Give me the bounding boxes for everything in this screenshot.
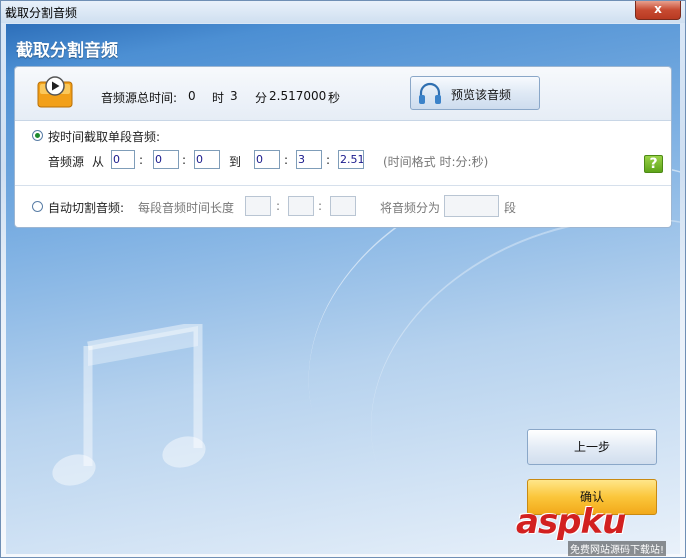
window-title: 截取分割音频 <box>5 6 78 20</box>
end-minutes-input[interactable]: 3 <box>296 150 322 169</box>
minutes-unit: 分 <box>255 91 268 105</box>
start-hours-input[interactable]: 0 <box>111 150 135 169</box>
single-segment-row: 按时间截取单段音频: 音频源 从 0 : 0 : 0 到 0 : 3 : 2.5… <box>15 121 671 186</box>
source-info-row: 音频源总时间: 0 时 3 分 2.517000 秒 预览该音频 <box>15 67 671 121</box>
source-label: 音频源 <box>48 155 85 169</box>
total-hours: 0 <box>188 89 196 103</box>
start-minutes-input[interactable]: 0 <box>153 150 179 169</box>
watermark-logo: aspku <box>516 502 626 542</box>
segment-seconds-input[interactable] <box>330 196 356 216</box>
total-minutes: 3 <box>230 89 238 103</box>
headphones-icon <box>419 82 441 104</box>
total-seconds: 2.517000 <box>269 89 327 103</box>
help-icon[interactable]: ? <box>644 155 663 173</box>
confirm-button[interactable]: 确认 <box>527 479 657 515</box>
colon-sep: : <box>326 153 331 167</box>
seconds-unit: 秒 <box>328 91 341 105</box>
watermark-subtitle: 免费网站源码下载站! <box>568 541 667 556</box>
time-format-hint: (时间格式 时:分:秒) <box>383 155 489 169</box>
split-into-label: 将音频分为 <box>380 201 441 215</box>
total-time-label: 音频源总时间: <box>101 91 178 105</box>
end-seconds-input[interactable]: 2.51 <box>338 150 364 169</box>
to-label: 到 <box>229 155 242 169</box>
start-seconds-input[interactable]: 0 <box>194 150 220 169</box>
split-count-input[interactable] <box>444 195 499 217</box>
from-label: 从 <box>92 155 105 169</box>
colon-sep: : <box>276 199 281 213</box>
preview-audio-button[interactable]: 预览该音频 <box>410 76 540 110</box>
end-hours-input[interactable]: 0 <box>254 150 280 169</box>
dialog-body: 截取分割音频 音频源总时间: 0 时 3 分 2.517000 秒 预览该音频 … <box>6 24 680 554</box>
colon-sep: : <box>182 153 187 167</box>
page-title: 截取分割音频 <box>16 41 118 61</box>
single-segment-radio[interactable] <box>32 130 43 141</box>
segment-minutes-input[interactable] <box>288 196 314 216</box>
previous-step-button[interactable]: 上一步 <box>527 429 657 465</box>
segment-hours-input[interactable] <box>245 196 271 216</box>
auto-split-row: 自动切割音频: 每段音频时间长度 : : 将音频分为 段 <box>15 186 671 227</box>
hours-unit: 时 <box>212 91 225 105</box>
colon-sep: : <box>139 153 144 167</box>
options-panel: 音频源总时间: 0 时 3 分 2.517000 秒 预览该音频 按时间截取单段… <box>14 66 672 228</box>
close-button[interactable]: x <box>635 1 681 20</box>
title-bar: 截取分割音频 x <box>1 1 685 23</box>
segment-length-label: 每段音频时间长度 <box>138 201 235 215</box>
segment-unit-label: 段 <box>504 201 517 215</box>
preview-audio-label: 预览该音频 <box>451 88 512 102</box>
video-file-icon <box>37 76 73 108</box>
auto-split-label: 自动切割音频: <box>48 201 125 215</box>
music-note-icon <box>52 324 206 486</box>
single-segment-label: 按时间截取单段音频: <box>48 130 161 144</box>
colon-sep: : <box>284 153 289 167</box>
colon-sep: : <box>318 199 323 213</box>
auto-split-radio[interactable] <box>32 201 43 212</box>
app-window: 截取分割音频 x 截取分割音频 音频源总时间: 0 时 3 分 2.517000… <box>0 0 686 558</box>
